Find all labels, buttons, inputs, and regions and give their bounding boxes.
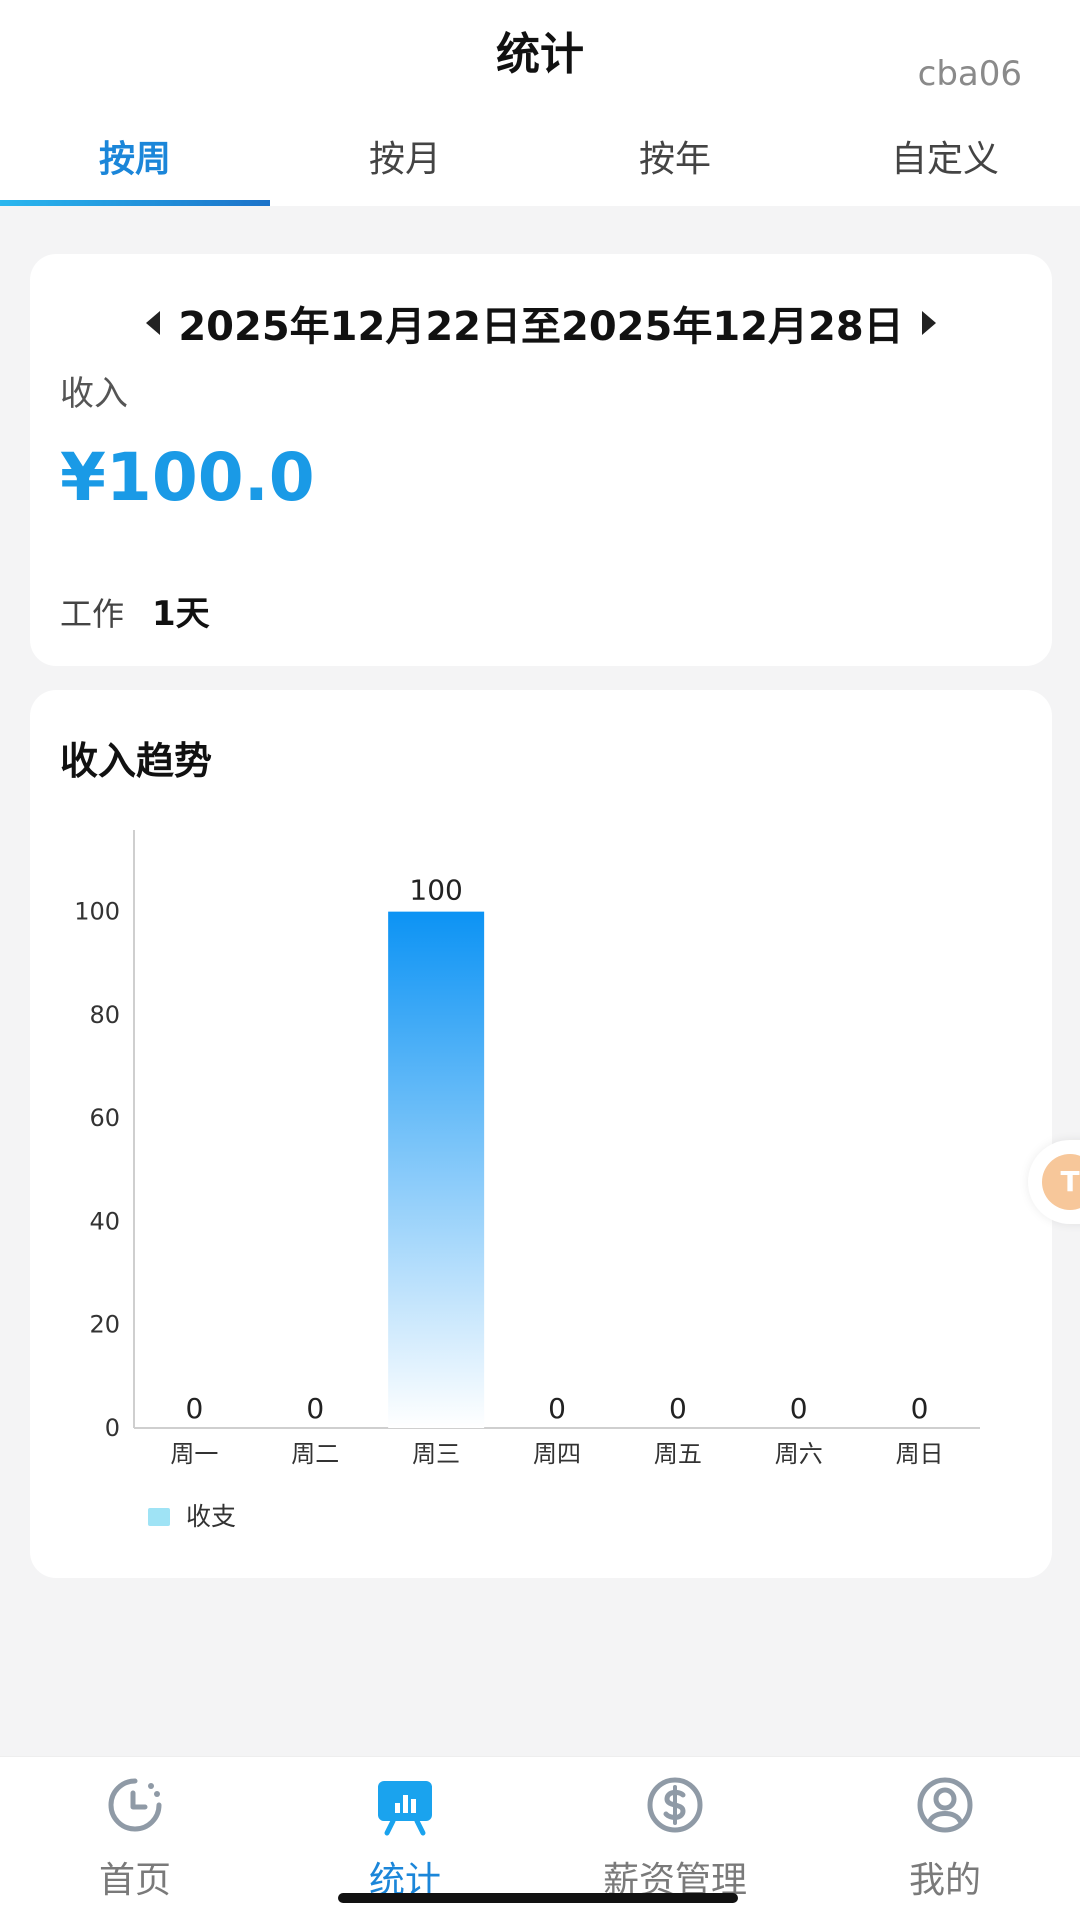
tab-month-label: 按月 [368, 139, 441, 180]
legend-label: 收支 [186, 1502, 236, 1531]
y-tick-label: 60 [89, 1104, 120, 1132]
income-trend-card: 收入趋势 0 20 40 60 80 100 0 周一 0 周二 100 周三 0 周四 0 周五 0 周六 0 周日… [30, 690, 1052, 1578]
chart-board-icon [378, 1781, 432, 1836]
income-value: ¥100.0 [60, 439, 315, 516]
summary-card: 2025年12月22日至2025年12月28日 收入 ¥100.0 工作 1天 [30, 254, 1052, 666]
y-tick-label: 100 [74, 898, 120, 926]
x-tick-label: 周三 [412, 1440, 460, 1468]
bar-data-label: 0 [548, 1392, 566, 1425]
tab-custom-label: 自定义 [890, 139, 999, 180]
nav-home[interactable]: 首页 [0, 1757, 270, 1921]
y-tick-label: 20 [89, 1311, 120, 1339]
date-range-text: 2025年12月22日至2025年12月28日 [178, 304, 904, 350]
prev-week-arrow-icon[interactable] [146, 311, 161, 335]
tab-month[interactable]: 按月 [270, 118, 540, 206]
dollar-circle-icon [647, 1777, 703, 1833]
y-tick-label: 40 [89, 1207, 120, 1235]
nav-home-label: 首页 [98, 1860, 171, 1901]
bar[interactable] [388, 911, 485, 1428]
bar-data-label: 0 [669, 1392, 687, 1425]
bar-data-label: 0 [306, 1392, 324, 1425]
y-tick-label: 0 [105, 1414, 120, 1442]
tab-active-underline [0, 200, 270, 206]
next-week-arrow-icon[interactable] [921, 311, 936, 335]
bar-data-label: 0 [911, 1392, 929, 1425]
x-tick-label: 周四 [533, 1440, 581, 1468]
home-indicator[interactable] [338, 1893, 738, 1903]
bar-data-label: 100 [409, 874, 462, 907]
period-tabs: 按周 按月 按年 自定义 [0, 118, 1080, 206]
tab-week-label: 按周 [98, 139, 171, 180]
top-header: 统计 cba06 按周 按月 按年 自定义 [0, 0, 1080, 206]
tab-custom[interactable]: 自定义 [810, 118, 1080, 206]
bar-data-label: 0 [186, 1392, 204, 1425]
y-tick-label: 80 [89, 1001, 120, 1029]
work-days-row: 工作 1天 [60, 586, 210, 635]
bar-data-label: 0 [790, 1392, 808, 1425]
x-tick-label: 周六 [775, 1440, 823, 1468]
work-label: 工作 [60, 595, 125, 633]
income-label: 收入 [60, 374, 128, 414]
floating-assistant-icon: T [1042, 1154, 1080, 1210]
date-range-selector: 2025年12月22日至2025年12月28日 [30, 294, 1052, 352]
legend-swatch [148, 1508, 170, 1526]
x-tick-label: 周二 [291, 1440, 339, 1468]
tab-week[interactable]: 按周 [0, 118, 270, 206]
user-id: cba06 [917, 54, 1022, 94]
user-circle-icon [917, 1777, 973, 1833]
income-bar-chart: 0 20 40 60 80 100 0 周一 0 周二 100 周三 0 周四 0 周五 0 周六 0 周日 收支 [74, 830, 980, 1531]
tab-year[interactable]: 按年 [540, 118, 810, 206]
x-tick-label: 周一 [170, 1440, 218, 1468]
tab-year-label: 按年 [638, 139, 711, 180]
nav-mine-label: 我的 [908, 1860, 981, 1901]
x-tick-label: 周日 [896, 1440, 944, 1468]
x-tick-label: 周五 [654, 1440, 702, 1468]
nav-mine[interactable]: 我的 [810, 1757, 1080, 1921]
clock-icon [108, 1778, 162, 1832]
work-days-value: 1天 [152, 594, 210, 634]
